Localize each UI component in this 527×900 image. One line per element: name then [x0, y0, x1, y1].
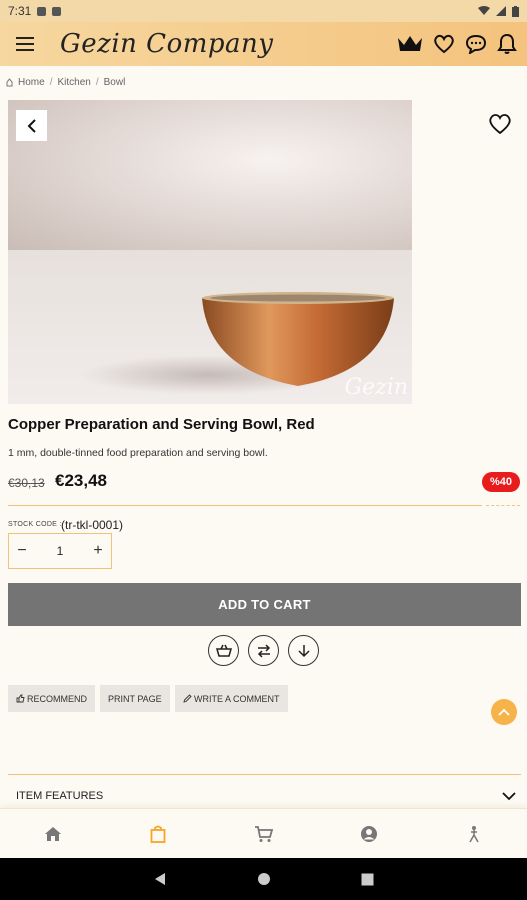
stock-code-value: (tr-tkl-0001)	[61, 518, 124, 532]
product-title: Copper Preparation and Serving Bowl, Red	[8, 416, 315, 433]
recommend-button[interactable]: RECOMMEND	[8, 685, 95, 712]
basket-icon	[215, 644, 232, 657]
write-comment-button[interactable]: WRITE A COMMENT	[175, 685, 288, 712]
breadcrumb-bowl[interactable]: Bowl	[104, 77, 126, 88]
stock-code-label: STOCK CODE :	[8, 521, 62, 528]
crown-icon[interactable]	[397, 34, 423, 54]
compare-icon	[257, 643, 270, 658]
home-outline-icon	[6, 78, 13, 87]
product-image[interactable]: Gezin	[8, 100, 412, 404]
heart-icon[interactable]	[433, 34, 455, 54]
status-gear-icon	[37, 6, 47, 16]
chat-icon[interactable]	[465, 34, 487, 54]
image-background	[8, 100, 412, 250]
status-sim-icon	[52, 6, 62, 16]
price-divider-dashed	[486, 505, 520, 506]
status-bar: 7:31	[0, 0, 527, 22]
app-bar: Gezin Company	[0, 22, 527, 66]
nav-account[interactable]	[316, 809, 421, 858]
back-button[interactable]	[16, 110, 47, 141]
breadcrumb-separator: /	[95, 77, 99, 88]
quantity-decrease-button[interactable]: −	[9, 542, 35, 560]
nav-person[interactable]	[422, 809, 527, 858]
old-price: €30,13	[8, 476, 45, 490]
breadcrumb: Home / Kitchen / Bowl	[6, 77, 125, 88]
breadcrumb-home[interactable]: Home	[18, 77, 45, 88]
wifi-icon	[478, 6, 490, 15]
person-icon	[469, 825, 479, 842]
favorite-button[interactable]	[488, 113, 512, 140]
print-page-button[interactable]: PRINT PAGE	[100, 685, 170, 712]
product-action-icons	[208, 635, 319, 666]
print-page-label: PRINT PAGE	[108, 693, 162, 704]
bottom-navigation	[0, 808, 527, 858]
thumbs-up-icon	[16, 694, 25, 703]
quantity-stepper: − 1 +	[8, 533, 112, 569]
add-to-cart-button[interactable]: ADD TO CART	[8, 583, 521, 626]
nav-cart[interactable]	[211, 809, 316, 858]
account-icon	[360, 825, 377, 842]
chevron-down-icon	[502, 791, 516, 800]
favorite-icon	[489, 114, 511, 135]
product-description: 1 mm, double-tinned food preparation and…	[8, 447, 268, 459]
basket-button[interactable]	[208, 635, 239, 666]
nav-bag[interactable]	[105, 809, 210, 858]
recommend-label: RECOMMEND	[27, 693, 87, 704]
item-features-toggle[interactable]: ITEM FEATURES	[16, 790, 516, 802]
scroll-to-top-button[interactable]	[491, 699, 517, 725]
breadcrumb-kitchen[interactable]: Kitchen	[57, 77, 90, 88]
price-divider	[8, 505, 482, 506]
app-logo[interactable]: Gezin Company	[60, 29, 273, 59]
nav-home[interactable]	[0, 809, 105, 858]
features-divider	[8, 774, 521, 775]
status-time: 7:31	[8, 4, 32, 18]
breadcrumb-separator: /	[49, 77, 53, 88]
bag-icon	[150, 825, 166, 843]
quantity-value[interactable]: 1	[35, 544, 85, 558]
discount-badge: %40	[482, 472, 520, 492]
menu-icon[interactable]	[16, 37, 34, 51]
image-watermark: Gezin	[344, 375, 408, 400]
item-features-label: ITEM FEATURES	[16, 790, 104, 802]
bell-icon[interactable]	[497, 33, 517, 55]
system-home-icon[interactable]	[257, 872, 271, 886]
signal-icon	[496, 6, 506, 16]
battery-icon	[512, 5, 519, 17]
download-button[interactable]	[288, 635, 319, 666]
cart-icon	[254, 825, 273, 842]
write-comment-label: WRITE A COMMENT	[194, 693, 280, 704]
back-icon	[27, 118, 36, 133]
current-price: €23,48	[55, 471, 107, 490]
compare-button[interactable]	[248, 635, 279, 666]
chevron-up-icon	[498, 708, 510, 716]
system-navigation-bar	[0, 858, 527, 900]
system-recents-icon[interactable]	[361, 873, 374, 886]
system-back-icon[interactable]	[153, 872, 167, 886]
pencil-icon	[183, 694, 192, 703]
download-icon	[297, 644, 310, 657]
quantity-increase-button[interactable]: +	[85, 542, 111, 560]
home-icon	[44, 826, 61, 841]
